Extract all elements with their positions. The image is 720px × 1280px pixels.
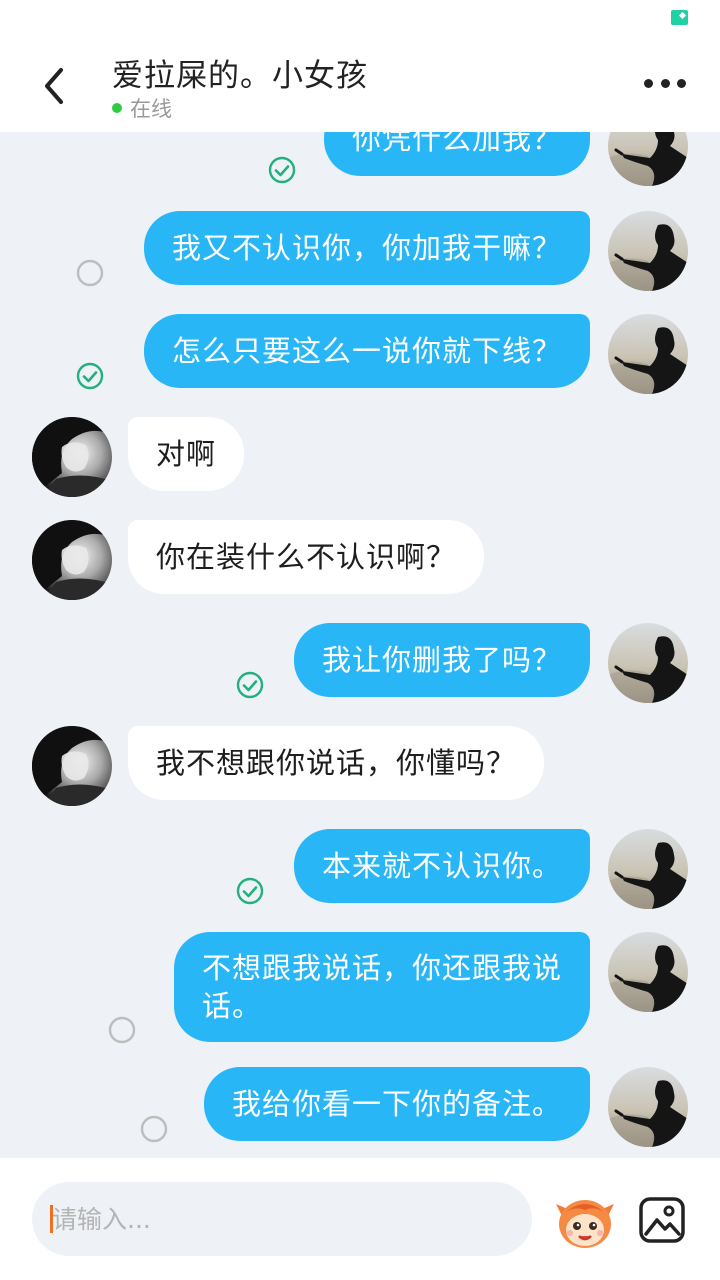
outgoing-message-bubble[interactable]: 我给你看一下你的备注。	[203, 1067, 590, 1141]
message-text: 对啊	[156, 437, 217, 471]
outgoing-message-bubble[interactable]: 我让你删我了吗？	[293, 623, 590, 697]
contact-name: 爱拉屎的。小女孩	[112, 58, 368, 94]
incoming-message-bubble[interactable]: 对啊	[128, 417, 245, 491]
contact-avatar[interactable]	[32, 520, 112, 600]
chevron-left-icon	[45, 68, 63, 104]
message-input[interactable]	[32, 1182, 532, 1256]
my-avatar[interactable]	[608, 932, 688, 1012]
message-text-line: 不想跟我说话，你还跟我说	[201, 951, 562, 985]
check-circle-icon	[268, 156, 296, 184]
more-options-button[interactable]	[644, 72, 686, 94]
message-text: 你在装什么不认识啊？	[156, 540, 457, 574]
message-list[interactable]: 你凭什么加我？ 我又不认识你，你加我干嘛？ 怎么只要这么一说你就下线？ 对啊 你…	[0, 132, 720, 1158]
my-avatar[interactable]	[608, 314, 688, 394]
online-dot-icon	[112, 103, 122, 113]
outgoing-message-bubble[interactable]: 我又不认识你，你加我干嘛？	[143, 211, 590, 285]
message-text: 我又不认识你，你加我干嘛？	[171, 231, 562, 265]
message-input-bar	[0, 1158, 720, 1280]
my-avatar[interactable]	[608, 829, 688, 909]
my-avatar[interactable]	[608, 623, 688, 703]
status-bar	[0, 0, 720, 36]
image-icon	[639, 1197, 685, 1243]
my-avatar[interactable]	[608, 1067, 688, 1147]
empty-circle-icon	[76, 259, 104, 287]
more-dots-icon	[644, 78, 653, 88]
chat-header: 爱拉屎的。小女孩 在线	[0, 36, 720, 132]
outgoing-message-bubble[interactable]: 你凭什么加我？	[323, 132, 590, 176]
more-dots-icon	[677, 78, 686, 88]
incoming-message-bubble[interactable]: 我不想跟你说话，你懂吗？	[128, 726, 545, 800]
check-circle-icon	[236, 877, 264, 905]
more-dots-icon	[660, 78, 670, 88]
message-text: 我让你删我了吗？	[321, 643, 562, 677]
outgoing-message-bubble[interactable]: 怎么只要这么一说你就下线？	[143, 314, 590, 388]
check-circle-icon	[76, 362, 104, 390]
contact-avatar[interactable]	[32, 726, 112, 806]
my-avatar[interactable]	[608, 211, 688, 291]
message-text: 怎么只要这么一说你就下线？	[171, 334, 562, 368]
check-circle-icon	[236, 671, 264, 699]
message-text-line: 话。	[201, 989, 262, 1023]
empty-circle-icon	[108, 1016, 136, 1044]
image-picker-button[interactable]	[638, 1196, 686, 1244]
outgoing-message-bubble[interactable]: 本来就不认识你。	[293, 829, 590, 903]
message-text: 我给你看一下你的备注。	[231, 1087, 562, 1121]
text-cursor	[50, 1205, 53, 1233]
message-text: 我不想跟你说话，你懂吗？	[156, 746, 517, 780]
outgoing-message-bubble[interactable]: 不想跟我说话，你还跟我说 话。	[173, 932, 590, 1042]
message-text: 你凭什么加我？	[351, 132, 562, 156]
my-avatar[interactable]	[608, 132, 688, 186]
emoji-button[interactable]	[554, 1194, 616, 1250]
message-text: 本来就不认识你。	[321, 849, 562, 883]
emoji-face-icon	[556, 1200, 614, 1248]
incoming-message-bubble[interactable]: 你在装什么不认识啊？	[128, 520, 485, 594]
contact-avatar[interactable]	[32, 417, 112, 497]
empty-circle-icon	[140, 1115, 168, 1143]
battery-icon	[671, 10, 688, 25]
online-status-label: 在线	[130, 97, 172, 121]
online-status: 在线	[112, 93, 172, 123]
back-button[interactable]	[30, 62, 78, 110]
